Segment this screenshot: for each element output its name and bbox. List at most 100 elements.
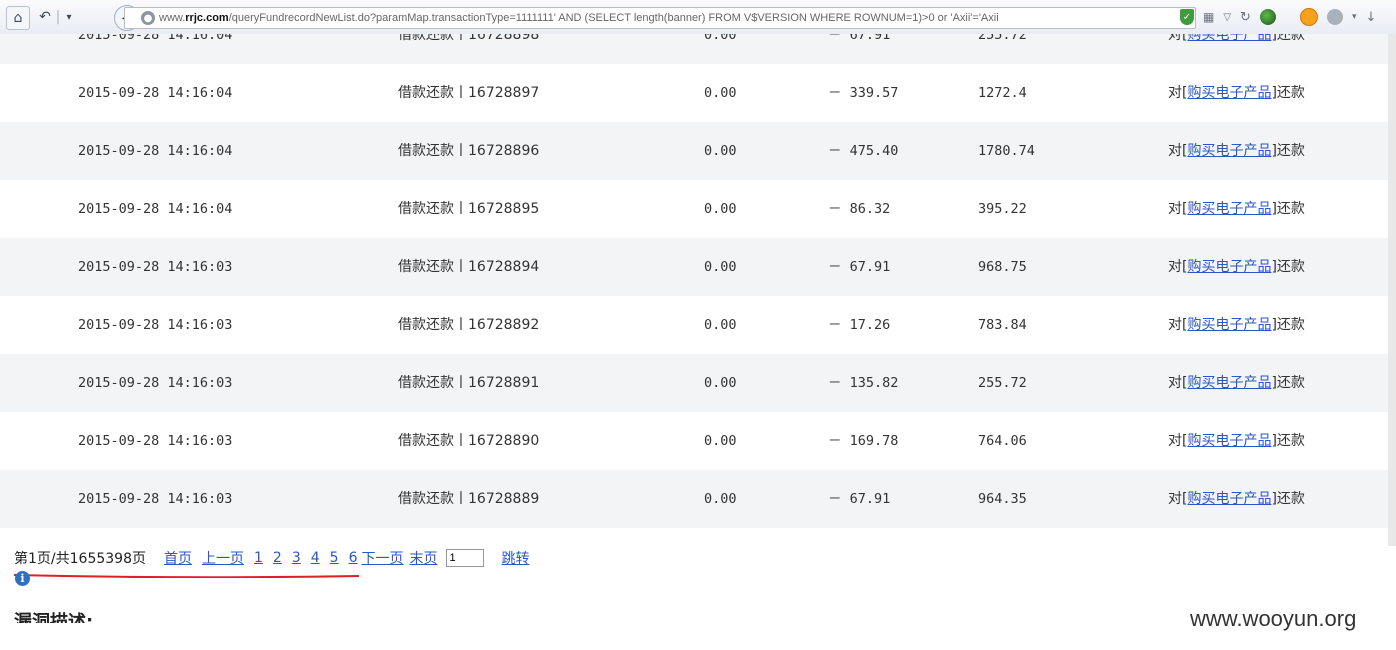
remark-suffix: ]还款: [1271, 85, 1305, 101]
dropdown-icon[interactable]: ▾: [62, 6, 76, 28]
remark-link[interactable]: 购买电子产品: [1187, 34, 1271, 43]
qr-icon[interactable]: ▦: [1203, 10, 1214, 24]
remark-suffix: ]还款: [1271, 375, 1305, 391]
cell-time: 2015-09-28 14:16:04: [78, 34, 233, 43]
toolbar-divider: |: [55, 9, 61, 25]
watermark: www.wooyun.org: [1190, 606, 1357, 631]
cell-time: 2015-09-28 14:16:03: [78, 317, 233, 333]
cell-expense: － 67.91: [828, 34, 891, 43]
table-row: 2015-09-28 14:16:04 借款还款丨16728898 0.00 －…: [0, 34, 1388, 64]
cell-type: 借款还款丨16728894: [398, 259, 540, 275]
remark-link[interactable]: 购买电子产品: [1187, 375, 1271, 391]
url-text[interactable]: www.rrjc.com/queryFundrecordNewList.do?p…: [159, 12, 999, 24]
address-bar[interactable]: ● www.rrjc.com/queryFundrecordNewList.do…: [124, 7, 1196, 29]
cell-expense: － 475.40: [828, 143, 899, 159]
shield-icon[interactable]: ✓: [1180, 9, 1194, 25]
cell-expense: － 135.82: [828, 375, 899, 391]
page-link-5[interactable]: 5: [330, 550, 339, 566]
cell-remark: 对[购买电子产品]还款: [1168, 34, 1305, 64]
cell-expense: － 86.32: [828, 201, 891, 217]
remark-suffix: ]还款: [1271, 143, 1305, 159]
remark-prefix: 对[: [1168, 201, 1188, 217]
cell-time: 2015-09-28 14:16:04: [78, 85, 233, 101]
remark-prefix: 对[: [1168, 34, 1188, 43]
cell-balance: 968.75: [978, 259, 1027, 275]
cell-remark: 对[购买电子产品]还款: [1168, 122, 1305, 180]
cell-type: 借款还款丨16728891: [398, 375, 540, 391]
fund-record-table: 2015-09-28 14:16:04 借款还款丨16728898 0.00 －…: [0, 34, 1388, 546]
cell-remark: 对[购买电子产品]还款: [1168, 412, 1305, 470]
remark-link[interactable]: 购买电子产品: [1187, 201, 1271, 217]
table-row: 2015-09-28 14:16:04 借款还款丨16728895 0.00 －…: [0, 180, 1388, 238]
page-link-1[interactable]: 1: [254, 550, 263, 566]
table-row: 2015-09-28 14:16:03 借款还款丨16728889 0.00 －…: [0, 470, 1388, 528]
remark-link[interactable]: 购买电子产品: [1187, 259, 1271, 275]
remark-prefix: 对[: [1168, 491, 1188, 507]
remark-link[interactable]: 购买电子产品: [1187, 85, 1271, 101]
remark-suffix: ]还款: [1271, 201, 1305, 217]
remark-suffix: ]还款: [1271, 491, 1305, 507]
cell-balance: 1272.4: [978, 85, 1027, 101]
cell-remark: 对[购买电子产品]还款: [1168, 470, 1305, 528]
red-underline-annotation: [14, 574, 359, 578]
cell-income: 0.00: [704, 375, 737, 391]
extension-icon[interactable]: [1259, 9, 1276, 25]
cell-remark: 对[购买电子产品]还款: [1168, 180, 1305, 238]
cell-balance: 783.84: [978, 317, 1027, 333]
bug-icon[interactable]: [1299, 8, 1318, 26]
table-row: 2015-09-28 14:16:03 借款还款丨16728892 0.00 －…: [0, 296, 1388, 354]
url-host: rrjc.com: [185, 12, 229, 24]
cell-expense: － 67.91: [828, 259, 891, 275]
cell-income: 0.00: [704, 143, 737, 159]
cell-balance: 764.06: [978, 433, 1027, 449]
remark-link[interactable]: 购买电子产品: [1187, 491, 1271, 507]
globe-icon: ●: [141, 11, 155, 25]
jump-button[interactable]: 跳转: [502, 548, 530, 568]
remark-suffix: ]还款: [1271, 259, 1305, 275]
remark-prefix: 对[: [1168, 85, 1188, 101]
cell-time: 2015-09-28 14:16:03: [78, 491, 233, 507]
page-link-2[interactable]: 2: [273, 550, 282, 566]
cell-balance: 1780.74: [978, 143, 1035, 159]
home-icon[interactable]: ⌂: [6, 6, 30, 30]
cell-type: 借款还款丨16728889: [398, 491, 540, 507]
remark-link[interactable]: 购买电子产品: [1187, 433, 1271, 449]
table-row: 2015-09-28 14:16:03 借款还款丨16728894 0.00 －…: [0, 238, 1388, 296]
cell-balance: 395.22: [978, 201, 1027, 217]
cell-type: 借款还款丨16728896: [398, 143, 540, 159]
cell-balance: 964.35: [978, 491, 1027, 507]
cell-type: 借款还款丨16728890: [398, 433, 540, 449]
last-page-link[interactable]: 末页: [410, 548, 438, 568]
download-icon[interactable]: ↓: [1365, 10, 1376, 25]
cell-type: 借款还款丨16728898: [398, 34, 540, 43]
cell-income: 0.00: [704, 85, 737, 101]
remark-link[interactable]: 购买电子产品: [1187, 143, 1271, 159]
back-arrow-icon[interactable]: ↶: [36, 6, 54, 28]
cell-balance: 255.72: [978, 34, 1027, 43]
dropdown-icon[interactable]: ▽: [1223, 12, 1231, 23]
first-page-link[interactable]: 首页: [164, 548, 192, 568]
table-row: 2015-09-28 14:16:04 借款还款丨16728896 0.00 －…: [0, 122, 1388, 180]
remark-prefix: 对[: [1168, 143, 1188, 159]
page-link-4[interactable]: 4: [311, 550, 320, 566]
scrollbar[interactable]: [1388, 34, 1396, 546]
prev-page-link[interactable]: 上一页: [202, 548, 244, 568]
jump-page-input[interactable]: [445, 549, 484, 567]
remark-link[interactable]: 购买电子产品: [1187, 317, 1271, 333]
page-link-6[interactable]: 6: [349, 550, 358, 566]
chevron-down-icon[interactable]: ▾: [1352, 12, 1357, 22]
remark-suffix: ]还款: [1271, 433, 1305, 449]
toolbar-icons: ✓ ▦ ▽ ↻ ▾ ↓: [1180, 8, 1376, 26]
next-page-link[interactable]: 下一页: [362, 548, 404, 568]
table-row: 2015-09-28 14:16:03 借款还款丨16728890 0.00 －…: [0, 412, 1388, 470]
cell-time: 2015-09-28 14:16:04: [78, 201, 233, 217]
url-path: /queryFundrecordNewList.do?paramMap.tran…: [228, 12, 999, 24]
cell-income: 0.00: [704, 201, 737, 217]
menu-icon[interactable]: [1326, 9, 1343, 25]
cell-balance: 255.72: [978, 375, 1027, 391]
page-link-3[interactable]: 3: [292, 550, 301, 566]
table-body: 2015-09-28 14:16:04 借款还款丨16728898 0.00 －…: [0, 34, 1388, 528]
section-heading-cut: 漏洞描述:: [14, 612, 94, 623]
refresh-icon[interactable]: ↻: [1240, 10, 1251, 25]
remark-prefix: 对[: [1168, 317, 1188, 333]
